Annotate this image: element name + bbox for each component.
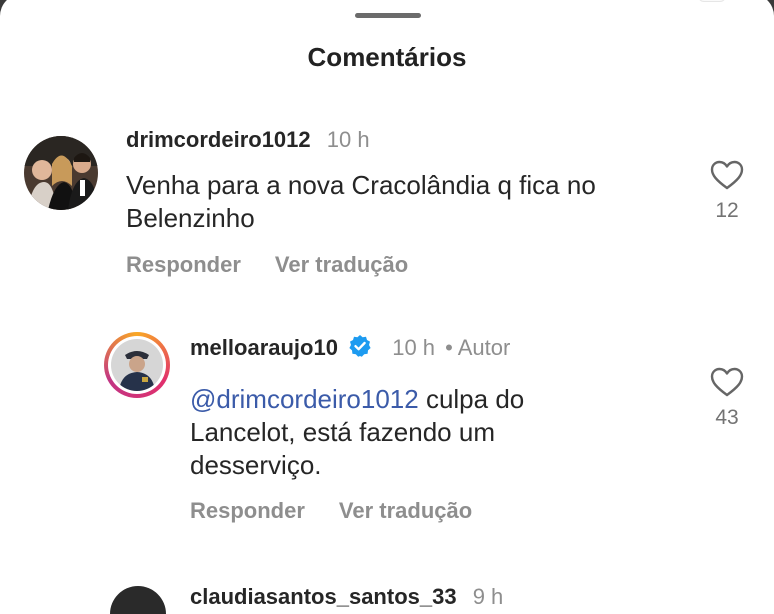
author-label: • Autor: [445, 335, 511, 360]
story-ring[interactable]: [104, 332, 170, 398]
reply-username[interactable]: melloaraujo10: [190, 335, 338, 360]
comment-username[interactable]: claudiasantos_santos_33: [190, 584, 457, 609]
user-mention-link[interactable]: @drimcordeiro1012: [190, 384, 419, 414]
user-avatar[interactable]: [110, 586, 166, 614]
sheet-title: Comentários: [307, 42, 467, 72]
reply-time: 10 h: [392, 335, 436, 360]
verified-badge-icon: [349, 335, 371, 357]
police-officer-avatar: [111, 339, 163, 391]
like-count: 43: [715, 406, 739, 429]
comment-username[interactable]: drimcordeiro1012: [126, 127, 311, 152]
like-count: 12: [715, 199, 739, 222]
comment-time: 10 h: [326, 127, 370, 152]
see-translation-button[interactable]: Ver tradução: [339, 498, 472, 523]
reply-text-line: Lancelot, está fazendo um: [190, 417, 495, 447]
comments-sheet: Comentários drimcordeiro1012 10 h Venha …: [0, 0, 774, 614]
like-control: 43: [702, 367, 752, 430]
see-translation-button[interactable]: Ver tradução: [275, 252, 408, 277]
reply-button[interactable]: Responder: [190, 498, 305, 523]
comment-text-line: Belenzinho: [126, 203, 255, 233]
reply-text: culpa do: [418, 384, 525, 414]
like-control: 12: [702, 160, 752, 223]
comment-text-line: Venha para a nova Cracolândia q fica no: [126, 170, 596, 200]
reply-button[interactable]: Responder: [126, 252, 241, 277]
drag-handle[interactable]: [355, 13, 421, 18]
heart-icon[interactable]: [710, 160, 744, 190]
top-right-button[interactable]: [698, 0, 726, 2]
reply-text-line: desserviço.: [190, 450, 322, 480]
comment-time: 9 h: [472, 584, 504, 609]
heart-icon[interactable]: [710, 367, 744, 397]
group-photo-avatar[interactable]: [24, 136, 98, 210]
